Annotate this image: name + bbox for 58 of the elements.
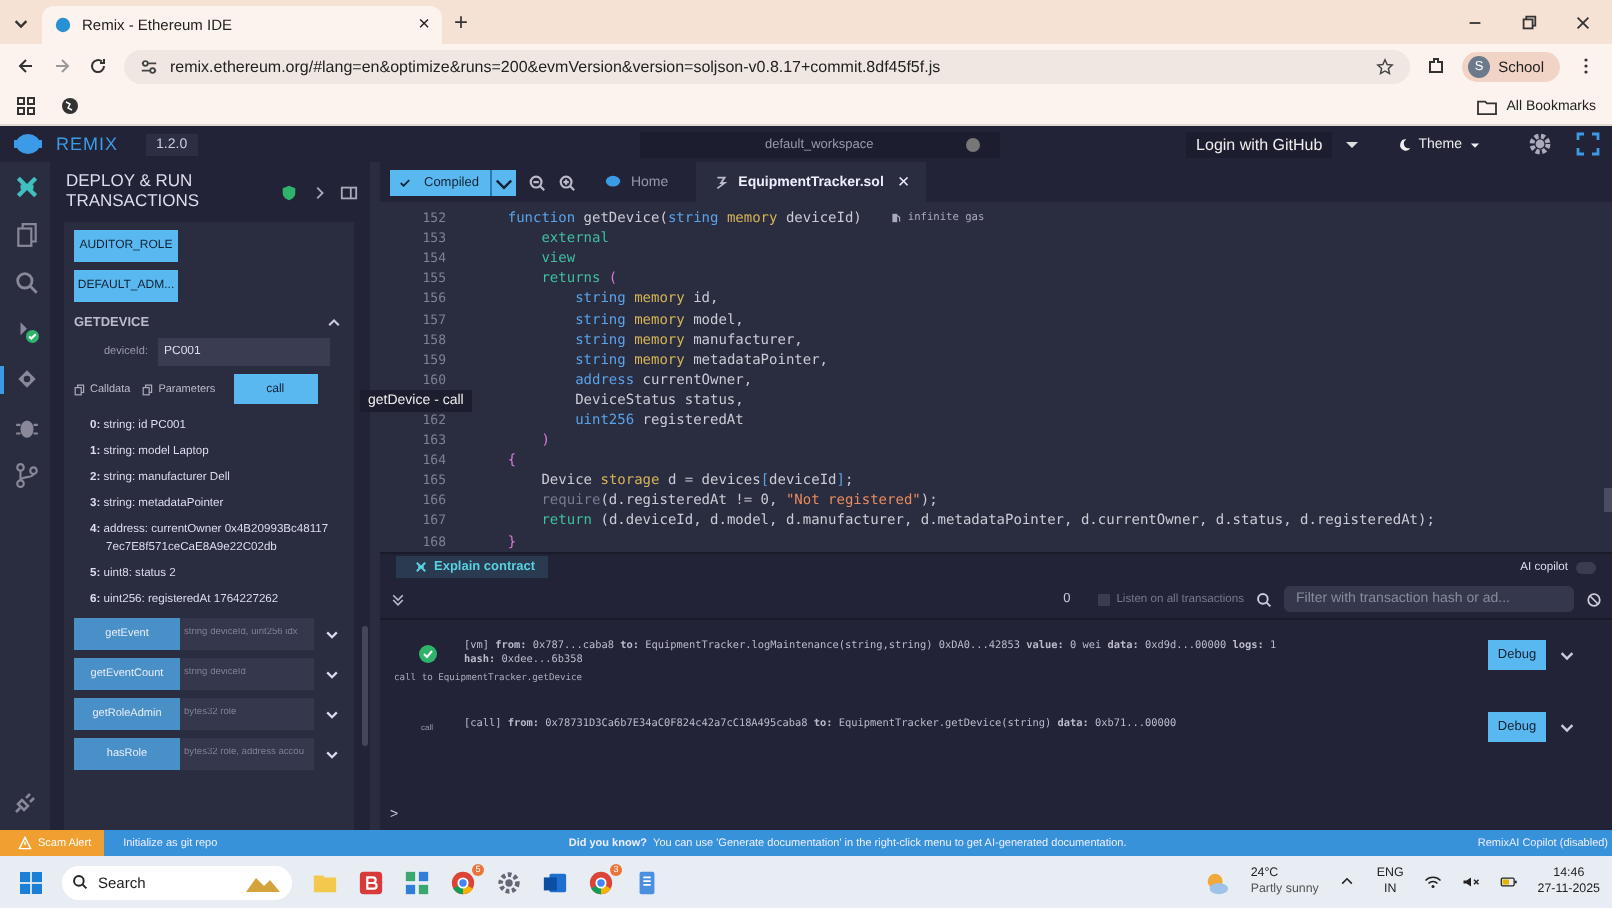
- zoom-out-icon[interactable]: [528, 173, 547, 191]
- moon-icon: [1398, 137, 1413, 151]
- check-icon: [398, 175, 412, 189]
- new-tab-button[interactable]: +: [454, 8, 469, 36]
- taskbar-app-icon[interactable]: [634, 869, 660, 895]
- extensions-icon[interactable]: [1426, 56, 1447, 76]
- chevron-up-icon[interactable]: [1338, 874, 1357, 890]
- plug-icon[interactable]: [13, 790, 37, 814]
- taskbar-app-icon[interactable]: [450, 869, 476, 895]
- fullscreen-icon[interactable]: [1576, 132, 1600, 156]
- files-icon: [14, 222, 40, 248]
- copy-icon: [74, 383, 86, 395]
- close-icon[interactable]: [1574, 13, 1592, 31]
- collapse-icon[interactable]: [326, 314, 342, 330]
- muted-speaker-icon[interactable]: [1461, 874, 1480, 890]
- toggle-switch[interactable]: [1576, 561, 1596, 574]
- restore-icon[interactable]: [1520, 13, 1538, 31]
- git-branch-icon: [14, 462, 40, 488]
- close-tab-button[interactable]: ×: [418, 14, 430, 36]
- collapse-terminal-icon[interactable]: [390, 591, 406, 608]
- zoom-in-icon[interactable]: [558, 173, 577, 191]
- globe-icon[interactable]: [60, 96, 80, 116]
- search-icon: [72, 874, 88, 890]
- wifi-icon[interactable]: [1423, 874, 1442, 890]
- star-icon[interactable]: [1376, 57, 1395, 75]
- site-settings-icon[interactable]: [140, 57, 158, 75]
- panel-toggle-icon[interactable]: [340, 183, 358, 201]
- apps-icon[interactable]: [16, 96, 36, 116]
- url-text: remix.ethereum.org/#lang=en&optimize&runs=200&evmVersion&version=soljson-v0.8.17+commit.8df45f5f.js: [170, 57, 941, 75]
- copy-icon: [142, 383, 155, 395]
- settings-icon[interactable]: [1528, 132, 1552, 156]
- battery-icon[interactable]: [1499, 874, 1518, 890]
- search-icon: [1256, 591, 1272, 608]
- reload-icon[interactable]: [88, 56, 108, 76]
- dropdown-caret-icon[interactable]: [490, 169, 517, 195]
- panel-title: DEPLOY & RUN TRANSACTIONS: [66, 172, 202, 212]
- app-logo-text: REMIX: [56, 134, 119, 154]
- clear-icon[interactable]: [1586, 591, 1602, 608]
- start-icon[interactable]: [20, 871, 42, 893]
- warning-icon: [18, 836, 32, 850]
- address-bar[interactable]: remix.ethereum.org/#lang=en&optimize&runs=200&evmVersion&version=soljson-v0.8.17+commit.8df45f5f.js: [124, 49, 1411, 83]
- caret-icon[interactable]: [1344, 136, 1361, 152]
- taskbar-app-icon[interactable]: [542, 869, 568, 895]
- back-icon[interactable]: [16, 56, 36, 76]
- fuel-pump-icon: [889, 212, 902, 225]
- taskbar-app-icon[interactable]: [496, 869, 522, 895]
- solidity-file-icon: [712, 173, 731, 191]
- taskbar-app-icon[interactable]: [588, 869, 614, 895]
- search-icon: [14, 270, 40, 296]
- taskbar-app-icon[interactable]: [358, 869, 384, 895]
- login-button[interactable]: Login with GitHub: [1186, 131, 1333, 157]
- deploy-icon: [14, 366, 40, 392]
- folder-icon: [1476, 97, 1499, 115]
- success-icon: [417, 644, 437, 665]
- taskbar-app-icon[interactable]: [404, 869, 430, 895]
- shield-icon[interactable]: [280, 183, 298, 201]
- forward-icon[interactable]: [52, 56, 72, 76]
- remix-ai-icon: [414, 560, 428, 575]
